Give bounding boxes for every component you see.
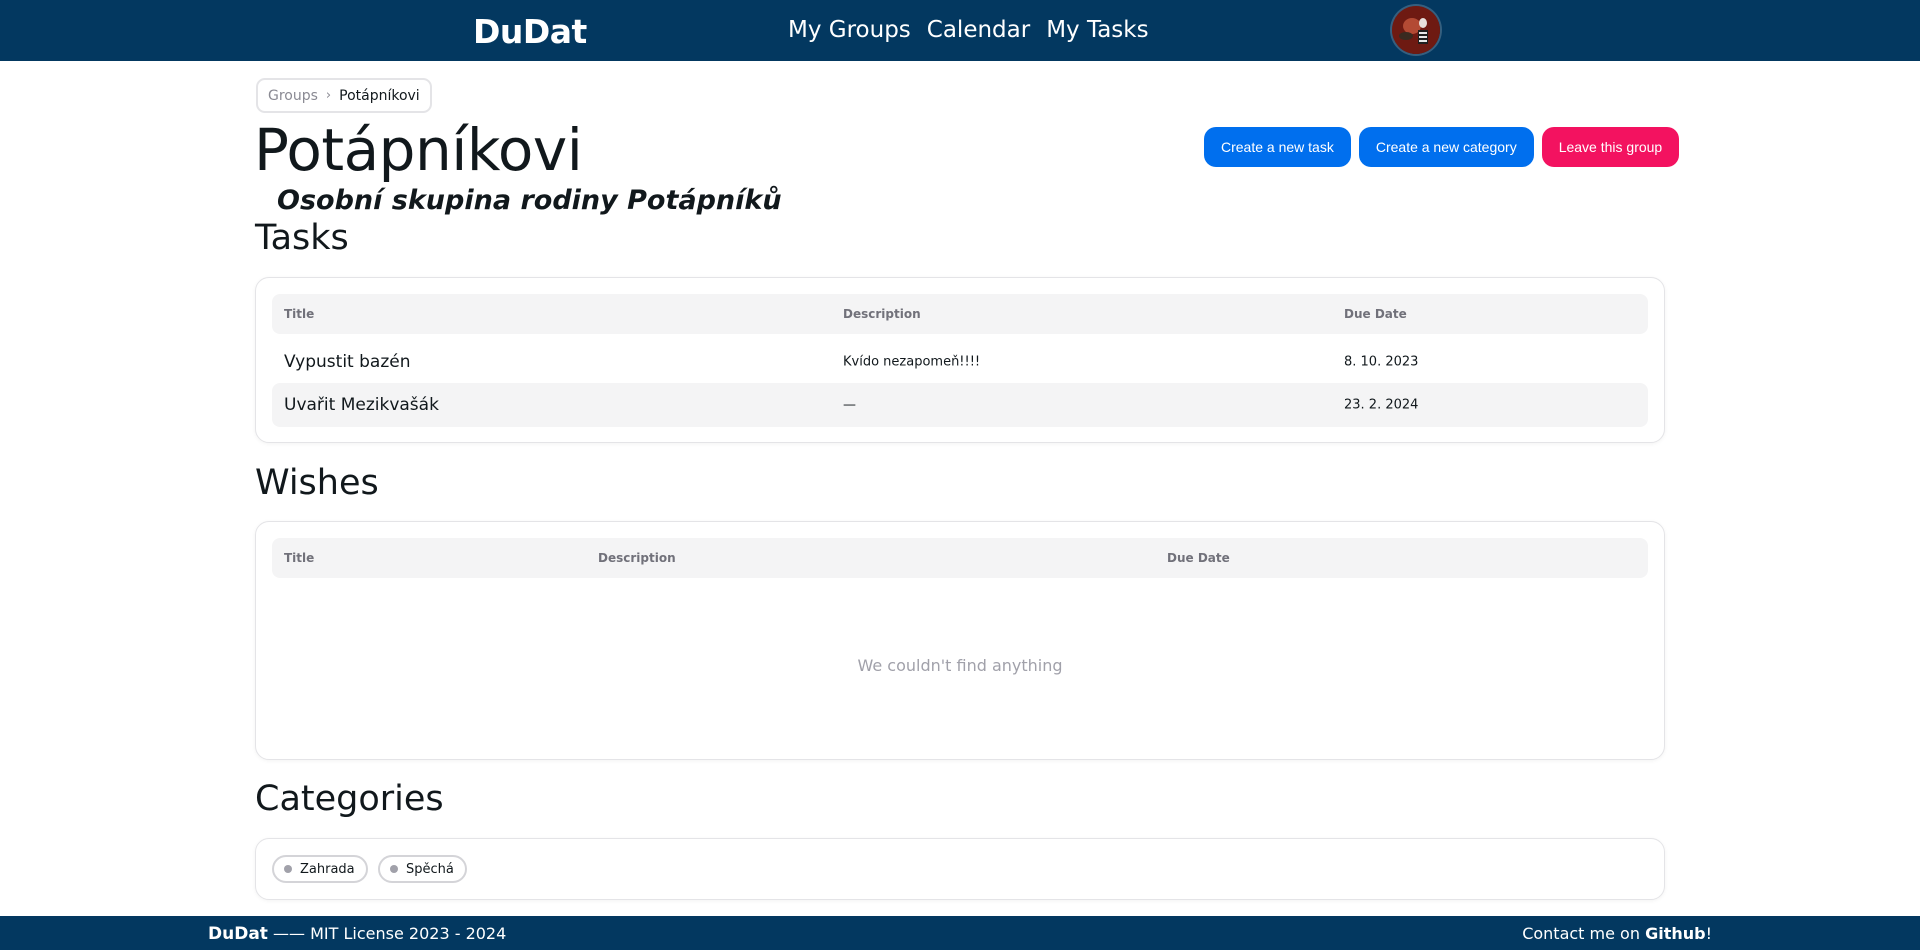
breadcrumb: Groups › Potápníkovi xyxy=(256,78,432,113)
task-due-date: 8. 10. 2023 xyxy=(1344,354,1419,370)
nav-my-groups[interactable]: My Groups xyxy=(788,17,911,43)
nav-my-tasks[interactable]: My Tasks xyxy=(1046,17,1148,43)
task-due-date: 23. 2. 2024 xyxy=(1344,397,1419,413)
tasks-heading: Tasks xyxy=(255,218,349,258)
dot-icon xyxy=(284,865,292,873)
wishes-table: Title Description Due Date We couldn't f… xyxy=(255,521,1665,760)
wishes-heading: Wishes xyxy=(255,463,379,503)
column-header-description[interactable]: Description xyxy=(843,307,921,321)
breadcrumb-item-groups[interactable]: Groups xyxy=(268,88,318,104)
footer-license: DuDat —— MIT License 2023 - 2024 xyxy=(208,924,506,944)
create-category-button[interactable]: Create a new category xyxy=(1358,127,1534,167)
tasks-table-header: Title Description Due Date xyxy=(272,294,1648,334)
category-chip[interactable]: Spěchá xyxy=(378,855,467,883)
column-header-due-date[interactable]: Due Date xyxy=(1167,551,1230,565)
leave-group-button[interactable]: Leave this group xyxy=(1541,127,1680,167)
footer: DuDat —— MIT License 2023 - 2024 Contact… xyxy=(0,916,1920,950)
dot-icon xyxy=(390,865,398,873)
category-chip-label: Zahrada xyxy=(300,861,355,877)
column-header-title[interactable]: Title xyxy=(284,307,314,321)
github-link[interactable]: Github xyxy=(1645,924,1706,943)
chevron-right-icon: › xyxy=(325,88,332,103)
table-row[interactable]: Uvařit Mezikvašák — 23. 2. 2024 xyxy=(272,383,1648,427)
task-title: Vypustit bazén xyxy=(284,352,411,372)
breadcrumb-item-current: Potápníkovi xyxy=(339,87,420,104)
categories-list: Zahrada Spěchá xyxy=(255,838,1665,900)
task-description: — xyxy=(843,397,856,413)
footer-brand: DuDat xyxy=(208,924,268,944)
user-avatar[interactable] xyxy=(1392,6,1440,54)
categories-heading: Categories xyxy=(255,779,444,819)
footer-contact-suffix: ! xyxy=(1705,924,1712,943)
top-navbar: DuDat My Groups Calendar My Tasks xyxy=(0,0,1920,61)
footer-contact-prefix: Contact me on xyxy=(1522,924,1640,943)
nav-calendar[interactable]: Calendar xyxy=(927,17,1030,43)
table-row[interactable]: Vypustit bazén Kvído nezapomeň!!!! 8. 10… xyxy=(272,340,1648,384)
create-task-button[interactable]: Create a new task xyxy=(1204,127,1351,167)
column-header-description[interactable]: Description xyxy=(598,551,676,565)
brand-logo[interactable]: DuDat xyxy=(473,12,587,51)
main-nav: My Groups Calendar My Tasks xyxy=(788,17,1149,43)
group-actions: Create a new task Create a new category … xyxy=(1204,127,1680,167)
empty-state: We couldn't find anything xyxy=(857,656,1063,675)
task-title: Uvařit Mezikvašák xyxy=(284,395,439,415)
column-header-title[interactable]: Title xyxy=(284,551,314,565)
footer-license-text: —— MIT License 2023 - 2024 xyxy=(273,924,507,943)
category-chip-label: Spěchá xyxy=(406,861,454,877)
avatar-image-icon xyxy=(1392,6,1440,54)
wishes-table-header: Title Description Due Date xyxy=(272,538,1648,578)
group-description: Osobní skupina rodiny Potápníků xyxy=(277,185,782,216)
task-description: Kvído nezapomeň!!!! xyxy=(843,354,981,370)
column-header-due-date[interactable]: Due Date xyxy=(1344,307,1407,321)
tasks-table: Title Description Due Date Vypustit bazé… xyxy=(255,277,1665,443)
category-chip[interactable]: Zahrada xyxy=(272,855,368,883)
page-title: Potápníkovi xyxy=(254,116,583,184)
footer-contact: Contact me on Github! xyxy=(1522,924,1712,943)
